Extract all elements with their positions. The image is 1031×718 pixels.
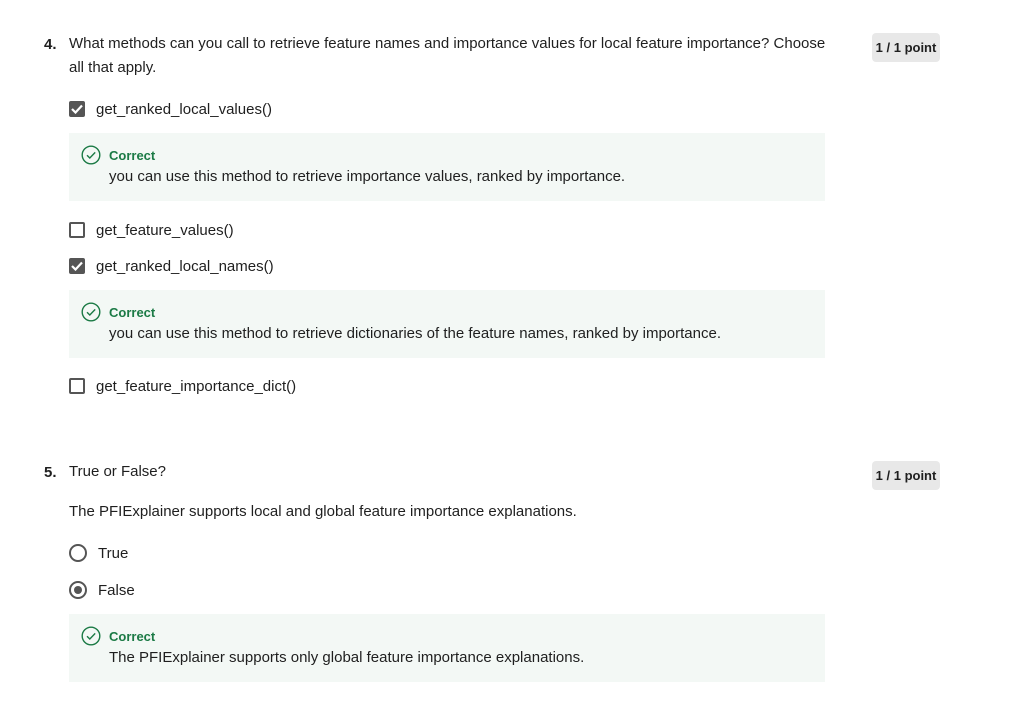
option-true[interactable]: True [69,542,128,564]
feedback-text: The PFIExplainer supports only global fe… [109,649,585,666]
question-number: 4. [44,36,57,53]
check-icon [71,261,83,271]
checkbox[interactable] [69,378,85,394]
question-prompt: True or False? [69,463,166,480]
feedback-correct: Correct The PFIExplainer supports only g… [69,614,825,682]
option-label: True [98,544,129,562]
checkbox[interactable] [69,222,85,238]
feedback-title: Correct [109,148,156,163]
radio-dot [74,586,82,594]
check-circle-icon [81,302,101,322]
question-prompt: What methods can you call to retrieve fe… [69,35,826,76]
option-label: get_ranked_local_values() [96,100,272,118]
question-statement: The PFIExplainer supports local and glob… [69,503,577,520]
feedback-text: you can use this method to retrieve dict… [109,325,721,342]
feedback-title: Correct [109,629,156,644]
option-false[interactable]: False [69,579,135,601]
points-badge: 1 / 1 point [872,461,940,490]
option-get-ranked-local-values[interactable]: get_ranked_local_values() [69,98,272,120]
check-icon [71,104,83,114]
radio-button[interactable] [69,544,87,562]
option-label: False [98,581,135,599]
feedback-text: you can use this method to retrieve impo… [109,168,626,185]
option-get-feature-values[interactable]: get_feature_values() [69,219,234,241]
feedback-correct: Correct you can use this method to retri… [69,290,825,358]
option-label: get_ranked_local_names() [96,257,274,275]
question-number: 5. [44,464,57,481]
checkbox[interactable] [69,258,85,274]
checkbox[interactable] [69,101,85,117]
feedback-correct: Correct you can use this method to retri… [69,133,825,201]
option-get-feature-importance-dict[interactable]: get_feature_importance_dict() [69,375,296,397]
option-label: get_feature_values() [96,221,234,239]
check-circle-icon [81,145,101,165]
radio-button[interactable] [69,581,87,599]
feedback-title: Correct [109,305,156,320]
points-badge: 1 / 1 point [872,33,940,62]
option-label: get_feature_importance_dict() [96,377,297,395]
option-get-ranked-local-names[interactable]: get_ranked_local_names() [69,255,274,277]
check-circle-icon [81,626,101,646]
